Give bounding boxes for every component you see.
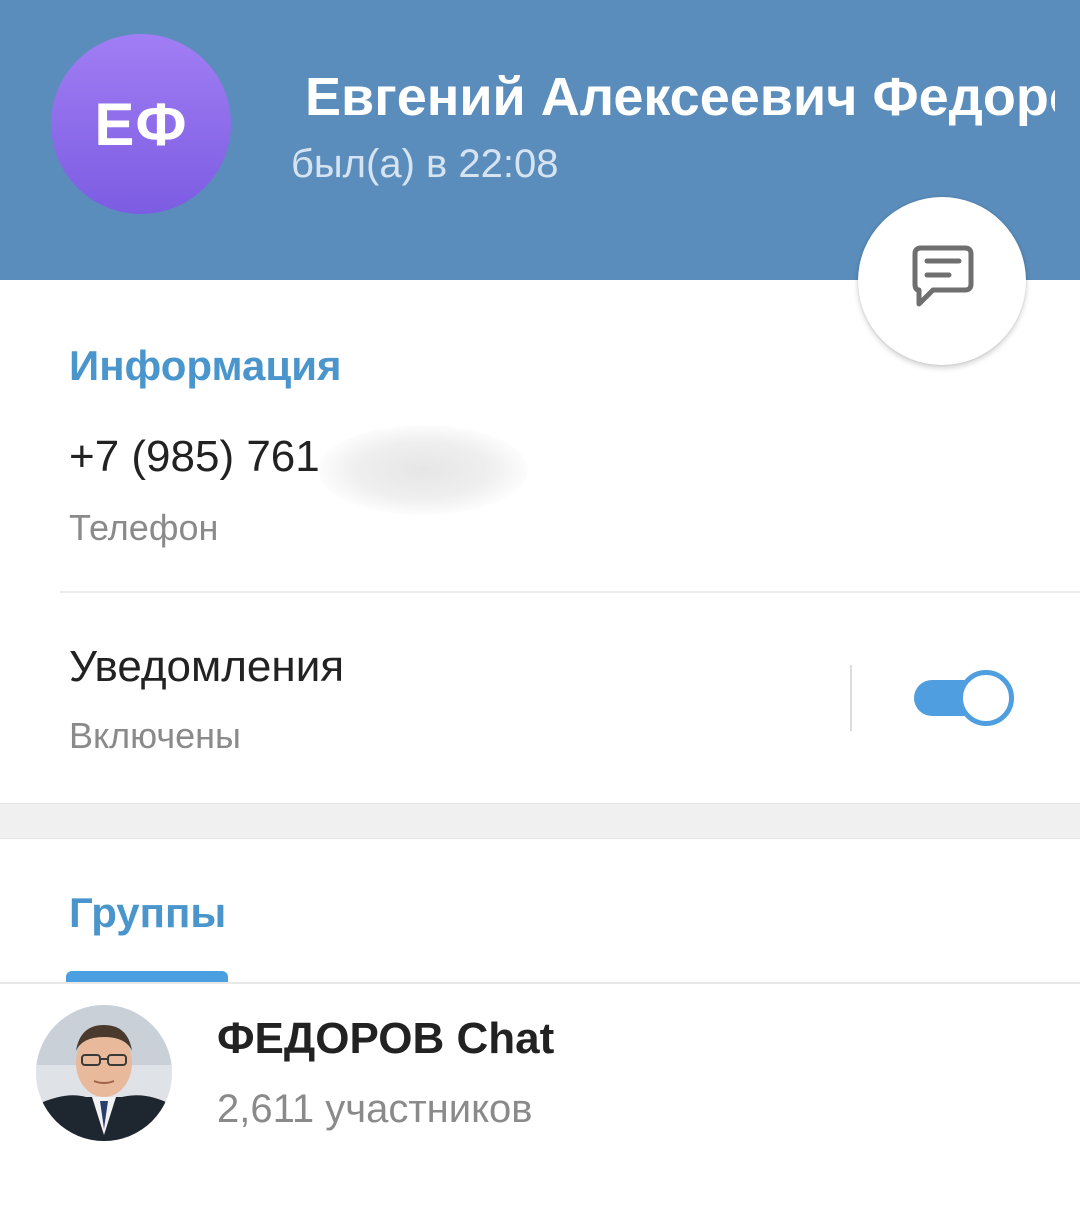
contact-name: Евгений Алексеевич Федоров	[305, 67, 1055, 127]
group-member-count: 2,611 участников	[217, 1087, 533, 1131]
notifications-toggle[interactable]	[914, 668, 1018, 728]
group-avatar	[36, 1005, 172, 1141]
vertical-separator	[850, 665, 852, 731]
phone-redaction-blur	[318, 425, 528, 515]
contact-avatar[interactable]: ЕФ	[51, 34, 231, 214]
section-gap	[0, 803, 1080, 839]
last-seen-status: был(а) в 22:08	[291, 142, 559, 186]
tab-divider	[0, 982, 1080, 984]
divider	[60, 591, 1080, 593]
send-message-button[interactable]	[858, 197, 1026, 365]
tab-groups[interactable]: Группы	[69, 888, 226, 938]
avatar-initials: ЕФ	[94, 90, 188, 158]
notifications-title[interactable]: Уведомления	[69, 640, 344, 694]
phone-label: Телефон	[69, 507, 219, 548]
message-icon	[907, 244, 977, 319]
phone-number[interactable]: +7 (985) 761	[69, 430, 320, 484]
toggle-knob	[958, 670, 1014, 726]
notifications-status: Включены	[69, 715, 241, 756]
info-section-title: Информация	[69, 342, 342, 389]
group-name: ФЕДОРОВ Chat	[217, 1014, 555, 1063]
